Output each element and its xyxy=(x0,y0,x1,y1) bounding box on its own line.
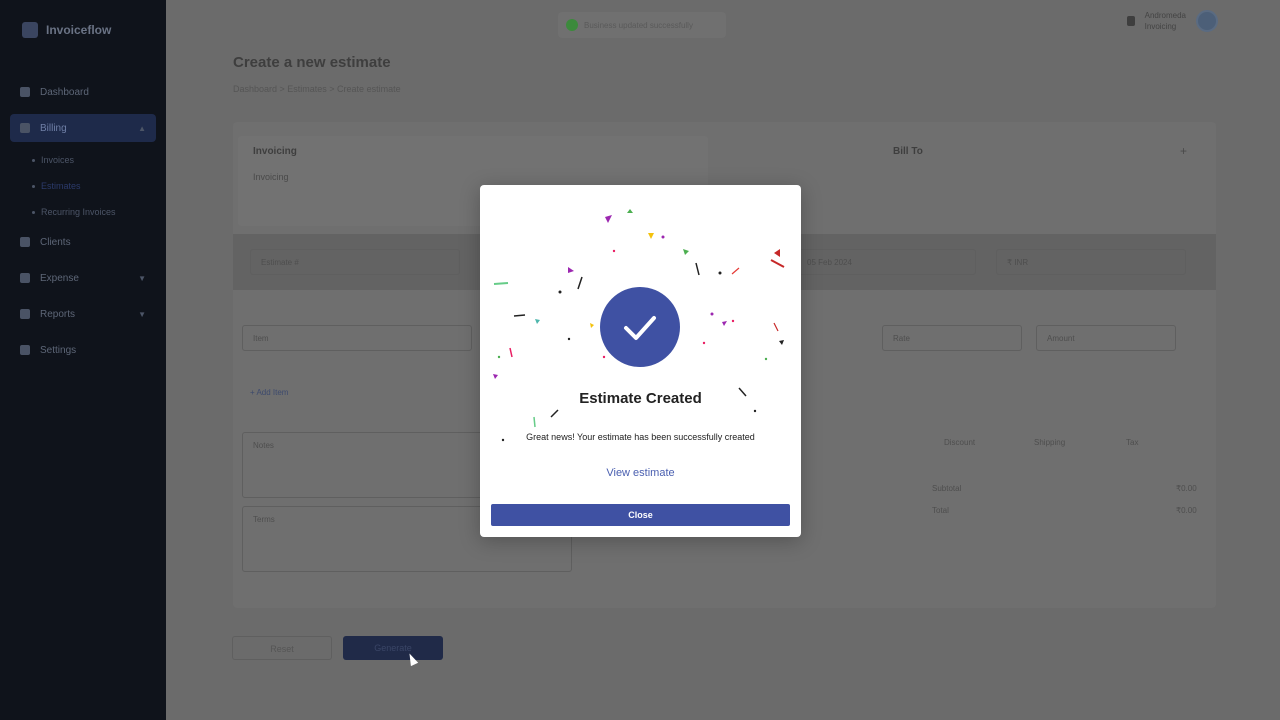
modal-title: Estimate Created xyxy=(579,390,702,407)
sidebar-subitem-label: Estimates xyxy=(41,181,81,191)
user-role: Invoicing xyxy=(1144,22,1177,31)
brand-name: Invoiceflow xyxy=(46,23,112,37)
expense-icon xyxy=(20,273,30,283)
tax-label: Tax xyxy=(1126,438,1139,447)
sidebar-item-reports[interactable]: Reports ▼ xyxy=(10,300,156,328)
date-field[interactable]: 05 Feb 2024 xyxy=(796,249,976,275)
success-icon xyxy=(566,19,578,31)
total-value: ₹0.00 xyxy=(1176,506,1197,515)
avatar[interactable] xyxy=(1196,10,1218,32)
sidebar-item-label: Dashboard xyxy=(40,86,89,98)
bullet-icon xyxy=(32,210,35,214)
subtotal-label: Subtotal xyxy=(932,484,962,493)
page-title: Create a new estimate xyxy=(233,54,391,71)
chevron-down-icon: ▼ xyxy=(138,309,146,319)
success-toast: Business updated successfully xyxy=(558,12,726,38)
settings-icon xyxy=(20,345,30,355)
estimate-number-label: Estimate # xyxy=(261,258,299,267)
bullet-icon xyxy=(32,184,35,188)
sidebar-item-label: Billing xyxy=(40,122,67,134)
sidebar-nav: Dashboard Billing ▲ Invoices Estimates R… xyxy=(10,78,156,372)
currency-value: ₹ INR xyxy=(1007,258,1029,267)
currency-select[interactable]: ₹ INR xyxy=(996,249,1186,275)
discount-label: Discount xyxy=(944,438,976,447)
sidebar-subitem-label: Invoices xyxy=(41,155,75,165)
reports-icon xyxy=(20,309,30,319)
dashboard-icon xyxy=(20,87,30,97)
sidebar-item-expense[interactable]: Expense ▼ xyxy=(10,264,156,292)
sidebar-subitem-label: Recurring Invoices xyxy=(41,207,116,217)
success-check-icon xyxy=(600,287,680,367)
user-info: Andromeda Invoicing xyxy=(1145,10,1186,32)
sidebar: Invoiceflow Dashboard Billing ▲ Invoices… xyxy=(0,0,166,720)
checkmark-icon xyxy=(624,316,656,340)
sidebar-item-label: Reports xyxy=(40,308,76,320)
brand-logo-icon xyxy=(22,22,38,38)
modal-message: Great news! Your estimate has been succe… xyxy=(526,432,755,442)
notes-label: Notes xyxy=(253,441,274,450)
rate-field[interactable]: Rate xyxy=(882,325,1022,351)
sidebar-item-label: Expense xyxy=(40,272,79,284)
add-item-link[interactable]: + Add Item xyxy=(250,388,288,397)
estimate-number-field[interactable]: Estimate # xyxy=(250,249,460,275)
chevron-down-icon: ▼ xyxy=(138,273,146,283)
amount-field[interactable]: Amount xyxy=(1036,325,1176,351)
estimate-created-modal: Estimate Created Great news! Your estima… xyxy=(480,185,801,537)
reset-button[interactable]: Reset xyxy=(232,636,332,660)
from-panel-subtitle: Invoicing xyxy=(253,172,289,182)
rate-label: Rate xyxy=(893,334,910,343)
generate-button[interactable]: Generate xyxy=(343,636,443,660)
date-value: 05 Feb 2024 xyxy=(807,258,852,267)
sidebar-item-clients[interactable]: Clients xyxy=(10,228,156,256)
subtotal-value: ₹0.00 xyxy=(1176,484,1197,493)
sidebar-item-label: Settings xyxy=(40,344,77,356)
sidebar-subitem-recurring[interactable]: Recurring Invoices xyxy=(10,202,156,222)
view-estimate-link[interactable]: View estimate xyxy=(480,467,801,479)
sidebar-subitem-invoices[interactable]: Invoices xyxy=(10,150,156,170)
toast-text: Business updated successfully xyxy=(584,20,693,30)
shipping-label: Shipping xyxy=(1034,438,1066,447)
brand[interactable]: Invoiceflow xyxy=(22,22,111,38)
bell-icon[interactable] xyxy=(1126,16,1135,26)
sidebar-item-label: Clients xyxy=(40,236,71,248)
user-name: Andromeda xyxy=(1144,11,1186,20)
breadcrumb: Dashboard > Estimates > Create estimate xyxy=(233,84,401,94)
bill-to-title: Bill To xyxy=(893,146,923,157)
total-label: Total xyxy=(932,506,949,515)
from-panel-title: Invoicing xyxy=(253,146,297,157)
terms-label: Terms xyxy=(253,515,275,524)
amount-label: Amount xyxy=(1047,334,1075,343)
close-button[interactable]: Close xyxy=(491,504,790,526)
chevron-up-icon: ▲ xyxy=(138,123,146,133)
clients-icon xyxy=(20,237,30,247)
billing-icon xyxy=(20,123,30,133)
sidebar-item-billing[interactable]: Billing ▲ xyxy=(10,114,156,142)
sidebar-item-dashboard[interactable]: Dashboard xyxy=(10,78,156,106)
item-label: Item xyxy=(253,334,269,343)
item-field[interactable]: Item xyxy=(242,325,472,351)
add-client-icon[interactable]: + xyxy=(1180,144,1187,158)
user-menu[interactable]: Andromeda Invoicing xyxy=(1126,10,1218,32)
bullet-icon xyxy=(32,158,35,162)
sidebar-subitem-estimates[interactable]: Estimates xyxy=(10,176,156,196)
sidebar-item-settings[interactable]: Settings xyxy=(10,336,156,364)
